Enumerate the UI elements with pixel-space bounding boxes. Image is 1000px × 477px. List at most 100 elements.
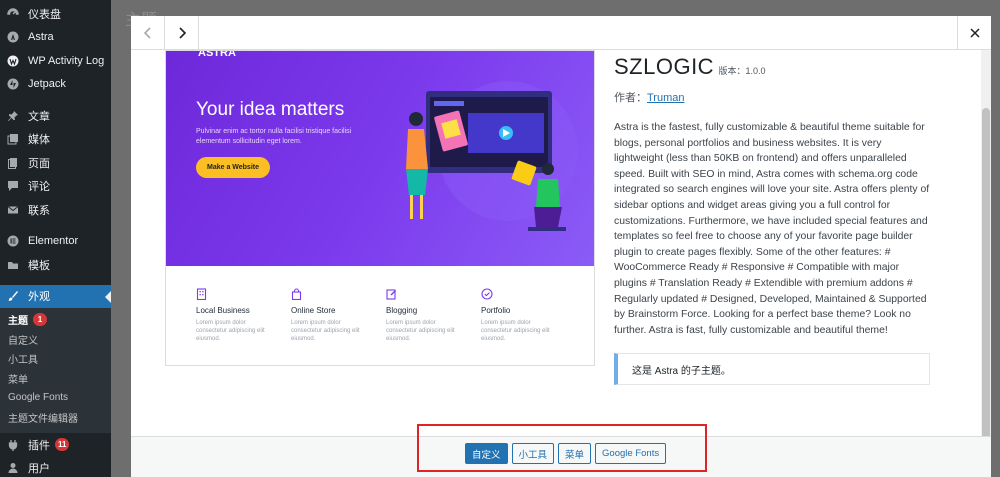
feature-title: Online Store [291, 306, 336, 315]
sidebar-item-pages[interactable]: 页面 [0, 151, 111, 175]
feature-title: Local Business [196, 306, 250, 315]
modal-header [131, 16, 991, 50]
sidebar-item-templates[interactable]: 模板 [0, 253, 111, 277]
sidebar-item-contact[interactable]: 联系 [0, 198, 111, 222]
media-icon [6, 132, 20, 146]
feature-local-business: Local Business Lorem ipsum dolor consect… [196, 288, 291, 365]
modal-scrollbar[interactable] [981, 50, 991, 446]
sidebar-item-media[interactable]: 媒体 [0, 128, 111, 152]
theme-details-modal: ASTRA Your idea matters Pulvinar enim ac… [131, 16, 991, 477]
sidebar-item-label: Jetpack [28, 78, 66, 91]
screenshot-hero: ASTRA Your idea matters Pulvinar enim ac… [166, 50, 594, 266]
sidebar-item-jetpack[interactable]: Jetpack [0, 73, 111, 97]
screenshot-features: Local Business Lorem ipsum dolor consect… [166, 266, 594, 365]
sidebar-item-astra[interactable]: Astra [0, 26, 111, 50]
submenu-item-themes[interactable]: 主题 1 [0, 310, 111, 330]
screenshot-hero-title: Your idea matters [196, 99, 345, 120]
sidebar-item-label: 模板 [28, 259, 50, 272]
theme-author-line: 作者：Truman [614, 89, 934, 105]
modal-body[interactable]: ASTRA Your idea matters Pulvinar enim ac… [131, 50, 991, 436]
jetpack-icon [6, 77, 20, 91]
feature-blogging: Blogging Lorem ipsum dolor consectetur a… [386, 288, 481, 365]
sidebar-item-comments[interactable]: 评论 [0, 175, 111, 199]
feature-title: Portfolio [481, 306, 511, 315]
close-icon [969, 28, 980, 38]
submenu-item-label: 主题文件编辑器 [8, 413, 78, 425]
sidebar-item-posts[interactable]: 文章 [0, 104, 111, 128]
screenshot-hero-illustration [406, 81, 578, 231]
sidebar-item-label: 用户 [28, 463, 50, 476]
elementor-icon [6, 234, 20, 248]
theme-version: 1.0.0 [745, 66, 766, 76]
brush-icon [6, 289, 20, 303]
annotation-highlight-box [417, 424, 707, 472]
scrollbar-thumb[interactable] [982, 108, 990, 446]
sidebar-item-label: WP Activity Log [28, 54, 105, 67]
check-badge-icon [481, 288, 493, 300]
sidebar-item-elementor[interactable]: Elementor [0, 230, 111, 254]
screenshot-brand-logo: ASTRA [198, 50, 236, 59]
submenu-item-menus[interactable]: 菜单 [0, 369, 111, 389]
sidebar-item-label: 文章 [28, 110, 50, 123]
sidebar-item-plugins[interactable]: 插件 11 [0, 433, 111, 457]
previous-theme-button[interactable] [131, 16, 165, 50]
mail-icon [6, 203, 20, 217]
folder-icon [6, 258, 20, 272]
page-icon [6, 156, 20, 170]
astra-icon [6, 30, 20, 44]
close-modal-button[interactable] [957, 16, 991, 50]
plugin-icon [6, 438, 20, 452]
sidebar-item-label: Astra [28, 31, 54, 44]
feature-desc: Lorem ipsum dolor consectetur adipiscing… [386, 320, 455, 342]
appearance-submenu: 主题 1 自定义 小工具 菜单 Google Fonts 主题文件编辑器 [0, 308, 111, 433]
submenu-item-customize[interactable]: 自定义 [0, 330, 111, 350]
next-theme-button[interactable] [165, 16, 199, 50]
feature-desc: Lorem ipsum dolor consectetur adipiscing… [196, 320, 265, 342]
sidebar-item-wp-activity-log[interactable]: WP Activity Log [0, 49, 111, 73]
theme-info: SZLOGIC 版本：1.0.0 作者：Truman Astra is the … [614, 50, 934, 386]
shopping-bag-icon [291, 288, 303, 301]
feature-desc: Lorem ipsum dolor consectetur adipiscing… [291, 320, 360, 342]
submenu-item-theme-file-editor[interactable]: 主题文件编辑器 [0, 408, 111, 428]
sidebar-item-label: 联系 [28, 204, 50, 217]
screenshot-hero-text: Pulvinar enim ac tortor nulla facilisi t… [196, 128, 352, 145]
submenu-item-label: 菜单 [8, 374, 28, 386]
user-icon [6, 461, 20, 475]
screenshot-cta-button: Make a Website [196, 157, 270, 178]
submenu-item-widgets[interactable]: 小工具 [0, 349, 111, 369]
edit-icon [386, 288, 398, 300]
comment-icon [6, 179, 20, 193]
building-icon [196, 288, 208, 301]
theme-screenshot: ASTRA Your idea matters Pulvinar enim ac… [165, 50, 595, 366]
child-theme-notice: 这是 Astra 的子主题。 [614, 353, 930, 386]
submenu-item-label: 主题 [8, 316, 28, 328]
plugin-update-badge: 11 [55, 438, 70, 452]
dashboard-icon [6, 7, 20, 21]
sidebar-item-users[interactable]: 用户 [0, 457, 111, 477]
submenu-item-label: Google Fonts [8, 392, 69, 404]
chevron-right-icon [178, 27, 186, 39]
update-count-badge: 1 [33, 313, 47, 327]
chevron-left-icon [143, 27, 151, 39]
submenu-item-label: 自定义 [8, 335, 38, 347]
theme-name-line: SZLOGIC 版本：1.0.0 [614, 54, 934, 80]
feature-online-store: Online Store Lorem ipsum dolor consectet… [291, 288, 386, 365]
sidebar-item-label: 插件 [28, 439, 50, 452]
author-link[interactable]: Truman [647, 92, 685, 104]
feature-desc: Lorem ipsum dolor consectetur adipiscing… [481, 320, 550, 342]
sidebar-item-dashboard[interactable]: 仪表盘 [0, 2, 111, 26]
sidebar-item-label: 外观 [28, 291, 50, 304]
submenu-item-google-fonts[interactable]: Google Fonts [0, 388, 111, 408]
submenu-item-label: 小工具 [8, 355, 38, 367]
theme-name: SZLOGIC [614, 54, 715, 79]
feature-portfolio: Portfolio Lorem ipsum dolor consectetur … [481, 288, 576, 365]
sidebar-item-label: 仪表盘 [28, 8, 61, 21]
pushpin-icon [6, 109, 20, 123]
sidebar-item-label: 评论 [28, 181, 50, 194]
sidebar-item-appearance[interactable]: 外观 [0, 284, 111, 308]
sidebar-item-label: Elementor [28, 235, 79, 248]
version-label: 版本： [718, 66, 746, 76]
sidebar-item-label: 媒体 [28, 134, 50, 147]
admin-sidebar: 仪表盘 Astra WP Activity Log Jetpack 文章 媒体 [0, 0, 111, 477]
sidebar-item-label: 页面 [28, 157, 50, 170]
